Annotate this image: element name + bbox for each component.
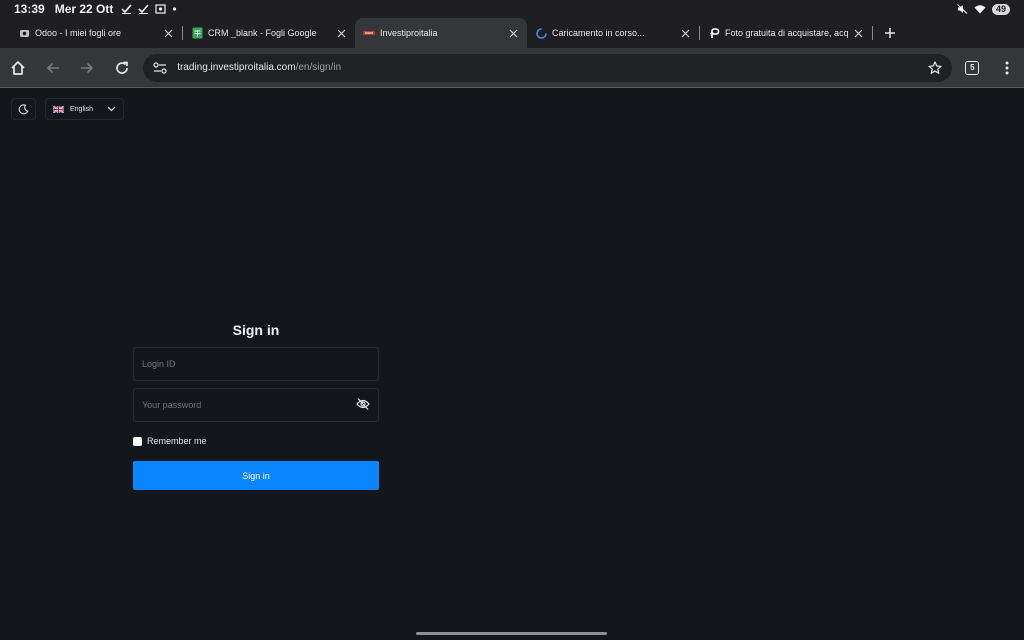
tab-title: CRM _blank - Fogli Google: [208, 28, 317, 38]
check-icon: [138, 4, 149, 14]
check-icon: [121, 4, 132, 14]
tab-title: Odoo - I miei fogli ore: [35, 28, 122, 38]
tab-title: Foto gratuita di acquistare, acquisti: [725, 28, 848, 38]
plus-icon: [885, 28, 895, 38]
toggle-password-visibility-button[interactable]: [355, 396, 371, 412]
gesture-bar[interactable]: [416, 632, 607, 635]
back-button[interactable]: [36, 51, 70, 85]
tab-title: Caricamento in corso...: [552, 28, 645, 38]
freepik-icon: [708, 27, 720, 39]
more-vert-icon: [1005, 61, 1009, 74]
site-settings-icon[interactable]: [153, 61, 167, 74]
language-selector[interactable]: English: [45, 98, 124, 120]
url-path: /en/sign/in: [295, 62, 342, 73]
moon-icon: [18, 103, 29, 114]
notification-icons: [121, 4, 177, 14]
sheets-icon: [191, 27, 203, 39]
tab-switcher-button[interactable]: 5: [955, 51, 989, 85]
tab-crm-sheets[interactable]: CRM _blank - Fogli Google: [183, 18, 355, 48]
reload-button[interactable]: [105, 51, 139, 85]
sign-in-button[interactable]: Sign in: [133, 461, 379, 490]
dot-icon: [173, 7, 177, 11]
loading-spinner-icon: [535, 27, 547, 39]
eye-off-icon: [356, 398, 370, 410]
login-id-input[interactable]: [133, 347, 379, 381]
status-date: Mer 22 Ott: [54, 2, 114, 16]
language-label: English: [70, 105, 93, 113]
close-tab-icon[interactable]: [162, 27, 174, 39]
password-input[interactable]: [133, 388, 379, 422]
back-arrow-icon: [46, 62, 59, 73]
tab-freepik[interactable]: Foto gratuita di acquistare, acquisti: [700, 18, 872, 48]
tab-separator: [872, 26, 873, 40]
theme-toggle-button[interactable]: [11, 98, 36, 120]
remember-me-label: Remember me: [147, 436, 207, 446]
status-bar: 13:39 Mer 22 Ott 49: [0, 0, 1024, 18]
menu-button[interactable]: [990, 51, 1024, 85]
remember-me-checkbox[interactable]: [133, 436, 142, 446]
uk-flag-icon: [53, 105, 64, 113]
tab-loading[interactable]: Caricamento in corso...: [527, 18, 699, 48]
tab-odoo[interactable]: Odoo - I miei fogli ore: [10, 18, 182, 48]
url-host: trading.investiproitalia.com: [177, 62, 296, 73]
chevron-down-icon: [107, 106, 116, 112]
close-tab-icon[interactable]: [852, 27, 864, 39]
mute-icon: [957, 4, 968, 14]
remember-me[interactable]: Remember me: [133, 436, 207, 446]
reload-icon: [116, 61, 129, 74]
wifi-icon: [974, 5, 986, 14]
forward-button[interactable]: [71, 51, 105, 85]
address-bar[interactable]: trading.investiproitalia.com /en/sign/in: [143, 53, 953, 82]
screenshot-icon: [155, 4, 166, 14]
tab-investiproitalia[interactable]: Investiproitalia: [355, 18, 527, 48]
tab-title: Investiproitalia: [380, 28, 438, 38]
new-tab-button[interactable]: [879, 22, 901, 44]
browser-toolbar: trading.investiproitalia.com /en/sign/in…: [0, 48, 1024, 88]
battery-indicator: 49: [991, 3, 1010, 15]
status-time: 13:39: [14, 2, 45, 16]
close-tab-icon[interactable]: [507, 27, 519, 39]
close-tab-icon[interactable]: [335, 27, 347, 39]
tab-strip: Odoo - I miei fogli ore CRM _blank - Fog…: [0, 18, 1024, 48]
tab-count: 5: [965, 60, 980, 75]
close-tab-icon[interactable]: [679, 27, 691, 39]
site-favicon: [363, 27, 375, 39]
home-icon: [11, 60, 25, 75]
home-button[interactable]: [1, 51, 35, 85]
page-content: English Sign in Remember me Sign in: [0, 89, 1024, 640]
forward-arrow-icon: [81, 62, 94, 73]
page-title: Sign in: [232, 322, 280, 338]
bookmark-star-icon[interactable]: [928, 60, 943, 75]
odoo-icon: [18, 27, 30, 39]
